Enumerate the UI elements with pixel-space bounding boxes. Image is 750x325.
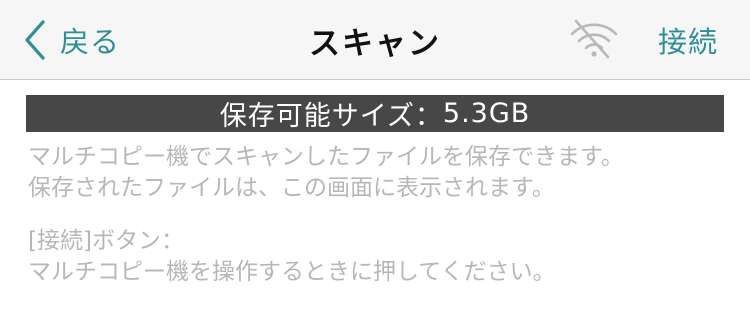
connect-help-block: [接続]ボタン： マルチコピー機を操作するときに押してください。 [28, 226, 728, 288]
storage-separator: ： [414, 101, 443, 132]
storage-size-bar: 保存可能サイズ ： 5.3GB [26, 95, 724, 132]
description-line: マルチコピー機でスキャンしたファイルを保存できます。 [28, 144, 624, 170]
page-title: スキャン [309, 25, 441, 62]
navigation-bar: 戻る スキャン 接続 [0, 0, 750, 80]
connect-help-heading: [接続]ボタン： [28, 228, 184, 254]
wifi-off-icon [570, 19, 618, 59]
connect-button[interactable]: 接続 [658, 0, 718, 80]
storage-value: 5.3GB [442, 98, 531, 129]
storage-label: 保存可能サイズ [219, 101, 415, 132]
description-line: 保存されたファイルは、この画面に表示されます。 [28, 175, 555, 201]
connect-help-text: マルチコピー機を操作するときに押してください。 [28, 259, 556, 285]
description-block: マルチコピー機でスキャンしたファイルを保存できます。 保存されたファイルは、この… [28, 142, 728, 204]
